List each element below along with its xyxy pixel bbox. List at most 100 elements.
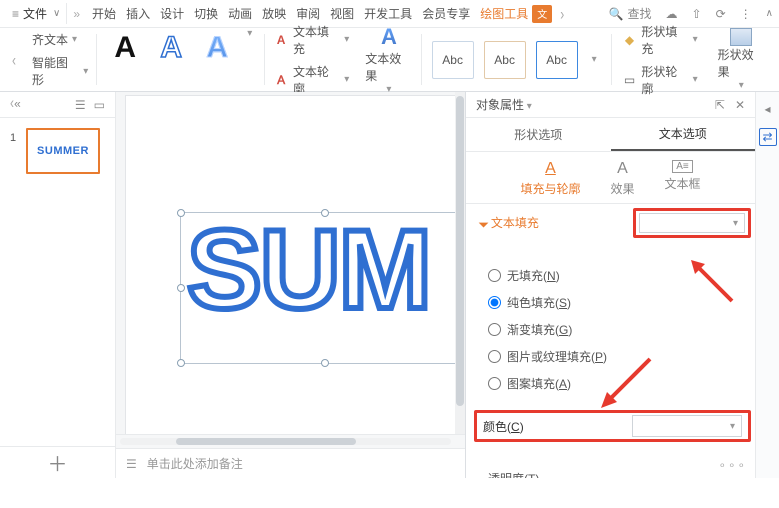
- text-style-sample-3[interactable]: A: [197, 28, 237, 91]
- tab-text-options[interactable]: 文本选项: [611, 118, 756, 151]
- section-text-fill-label: 文本填充: [491, 214, 539, 231]
- radio-gradient-fill-hotkey: G: [559, 323, 568, 337]
- notes-placeholder[interactable]: 单击此处添加备注: [147, 455, 243, 472]
- radio-solid-fill[interactable]: 纯色填充(S): [488, 294, 741, 311]
- radio-picture-fill-input[interactable]: [488, 350, 501, 363]
- resize-handle-tl[interactable]: [177, 209, 185, 217]
- align-text-button[interactable]: 齐文本: [32, 31, 88, 48]
- transparency-label: 透明度: [488, 472, 524, 478]
- resize-handle-bc[interactable]: [321, 359, 329, 367]
- text-fill-swatch-dropdown[interactable]: ▾: [633, 208, 751, 238]
- more-menu[interactable]: ⋮: [740, 7, 752, 21]
- orange-mode-button[interactable]: 文: [532, 5, 552, 23]
- shape-effect-button[interactable]: 形状效果: [718, 28, 765, 91]
- color-hotkey: C: [511, 420, 520, 434]
- shape-style-3[interactable]: Abc: [536, 41, 578, 79]
- overflow-next-icon[interactable]: [560, 7, 564, 21]
- tray-collapse-icon[interactable]: ◂: [759, 100, 777, 118]
- color-swatch-dropdown[interactable]: ▾: [632, 415, 742, 437]
- subtab-fill-outline[interactable]: A 填充与轮廓: [520, 160, 580, 197]
- shape-style-2[interactable]: Abc: [484, 41, 526, 79]
- file-menu[interactable]: ≡ 文件 ∨: [6, 3, 67, 24]
- tab-animation[interactable]: 动画: [228, 5, 252, 22]
- radio-solid-fill-input[interactable]: [488, 296, 501, 309]
- resize-handle-bl[interactable]: [177, 359, 185, 367]
- close-panel-icon[interactable]: ✕: [735, 98, 745, 112]
- tab-slideshow[interactable]: 放映: [262, 5, 286, 22]
- panel-more-icon[interactable]: ∘∘∘: [718, 458, 747, 472]
- text-effect-icon: A: [381, 24, 397, 50]
- text-style-more-icon[interactable]: ▾: [243, 28, 256, 91]
- panel-title[interactable]: 对象属性: [476, 96, 532, 113]
- tab-view[interactable]: 视图: [330, 5, 354, 22]
- text-style-sample-2[interactable]: A: [151, 28, 191, 91]
- sync-icon[interactable]: ⟳: [716, 7, 726, 21]
- subtab-effect-icon: A: [617, 160, 628, 178]
- fill-type-radios: 无填充(N) 纯色填充(S) 渐变填充(G) 图片或纹理填充(P) 图案填充(A…: [480, 267, 741, 392]
- radio-no-fill[interactable]: 无填充(N): [488, 267, 741, 284]
- tab-drawing-tools[interactable]: 绘图工具: [480, 5, 528, 22]
- subtab-textbox-label: 文本框: [665, 175, 701, 192]
- collapse-ribbon-icon[interactable]: ∧: [766, 8, 773, 19]
- radio-picture-fill-label: 图片或纹理填充: [507, 350, 591, 364]
- text-fill-button[interactable]: A 文本填充: [273, 23, 349, 57]
- radio-no-fill-label: 无填充: [507, 269, 543, 283]
- radio-solid-fill-label: 纯色填充: [507, 296, 555, 310]
- outline-view-icon[interactable]: ☰: [75, 98, 86, 112]
- tab-transition[interactable]: 切换: [194, 5, 218, 22]
- tab-member[interactable]: 会员专享: [422, 5, 470, 22]
- shape-fill-icon: ◆: [622, 32, 638, 48]
- resize-handle-ml[interactable]: [177, 284, 185, 292]
- search-label: 查找: [628, 5, 652, 22]
- subtab-textbox-icon: A≡: [672, 160, 693, 173]
- transparency-label-wrap: 透明度(T): [488, 472, 539, 478]
- shape-effect-label: 形状效果: [718, 46, 765, 80]
- panel-expand-icon[interactable]: »: [10, 98, 21, 112]
- horizontal-scrollbar[interactable]: [116, 434, 465, 448]
- vertical-scrollbar-thumb[interactable]: [456, 96, 464, 406]
- smart-shape-button[interactable]: 智能图形: [32, 54, 88, 88]
- radio-picture-fill-hotkey: P: [595, 350, 603, 364]
- resize-handle-tc[interactable]: [321, 209, 329, 217]
- search-button[interactable]: 🔍 查找: [609, 5, 652, 22]
- vertical-scrollbar[interactable]: [455, 92, 465, 434]
- text-fill-icon: A: [273, 32, 289, 48]
- selected-textbox[interactable]: SUM: [180, 212, 465, 364]
- color-row-highlight: 颜色(C) ▾: [474, 410, 751, 442]
- shape-fill-button[interactable]: ◆ 形状填充: [622, 23, 698, 57]
- text-effect-button[interactable]: A 文本效果: [365, 24, 412, 95]
- tab-review[interactable]: 审阅: [296, 5, 320, 22]
- add-slide-button[interactable]: ＋: [0, 446, 115, 478]
- radio-gradient-fill[interactable]: 渐变填充(G): [488, 321, 741, 338]
- chevron-down-icon: ▾: [733, 218, 738, 229]
- subtab-effect[interactable]: A 效果: [610, 160, 634, 197]
- pin-icon[interactable]: ⇱: [715, 98, 725, 112]
- subtab-textbox[interactable]: A≡ 文本框: [665, 160, 701, 197]
- ribbon-tabs: 开始 插入 设计 切换 动画 放映 审阅 视图 开发工具 会员专享 绘图工具: [92, 5, 528, 22]
- radio-pattern-fill-label: 图案填充: [507, 377, 555, 391]
- horizontal-scrollbar-thumb[interactable]: [176, 438, 356, 445]
- thumbnail-view-icon[interactable]: ▭: [94, 98, 105, 112]
- tab-start[interactable]: 开始: [92, 5, 116, 22]
- shape-style-more-icon[interactable]: ▾: [588, 54, 601, 65]
- overflow-prev-icon[interactable]: »: [73, 7, 80, 21]
- share-icon[interactable]: ⇧: [692, 7, 702, 21]
- radio-pattern-fill[interactable]: 图案填充(A): [488, 375, 741, 392]
- tab-devtools[interactable]: 开发工具: [364, 5, 412, 22]
- toolbar-scroll-left[interactable]: [12, 53, 16, 67]
- cloud-icon[interactable]: ☁: [666, 7, 678, 21]
- tray-filter-icon[interactable]: ⇄: [759, 128, 777, 146]
- tab-design[interactable]: 设计: [160, 5, 184, 22]
- slide-editor[interactable]: SUM: [116, 92, 465, 434]
- radio-no-fill-input[interactable]: [488, 269, 501, 282]
- slide-thumbnail-1[interactable]: SUMMER: [26, 128, 100, 174]
- radio-gradient-fill-input[interactable]: [488, 323, 501, 336]
- shape-style-1[interactable]: Abc: [432, 41, 474, 79]
- radio-pattern-fill-input[interactable]: [488, 377, 501, 390]
- slide-canvas[interactable]: SUM: [126, 96, 465, 434]
- text-style-sample-1[interactable]: A: [105, 28, 145, 91]
- tab-insert[interactable]: 插入: [126, 5, 150, 22]
- tab-shape-options[interactable]: 形状选项: [466, 118, 611, 151]
- radio-picture-fill[interactable]: 图片或纹理填充(P): [488, 348, 741, 365]
- chevron-down-icon: ∨: [53, 8, 60, 19]
